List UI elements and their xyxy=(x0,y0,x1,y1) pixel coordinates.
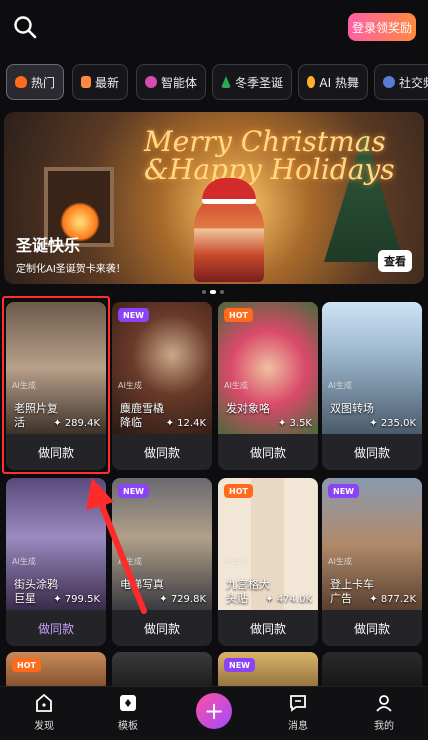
banner-title: 圣诞快乐 xyxy=(16,236,81,255)
message-icon xyxy=(290,695,306,712)
tab-label: 热门 xyxy=(30,75,55,90)
tab-social[interactable]: 社交频 xyxy=(374,64,428,100)
sparkle-icon: ✦ xyxy=(277,418,290,429)
ai-generated-tag: AI生成 xyxy=(328,381,352,390)
dance-icon xyxy=(307,76,316,88)
nav-label: 模板 xyxy=(118,721,138,732)
template-card[interactable]: NEW AI生成麋鹿雪橇降临 ✦ 12.4K 做同款 xyxy=(112,302,212,470)
template-title: 麋鹿雪橇降临 xyxy=(120,402,164,429)
tab-label: AI 热舞 xyxy=(319,75,359,90)
category-tabs: 热门 最新 智能体 冬季圣诞 AI 热舞 社交频 xyxy=(0,64,428,100)
template-title: 双图转场 xyxy=(330,402,374,415)
ai-generated-tag: AI生成 xyxy=(118,381,142,390)
tab-hot[interactable]: 热门 xyxy=(6,64,64,100)
nav-template[interactable]: 模板 xyxy=(98,693,158,732)
annotation-arrow-icon xyxy=(86,478,147,614)
tab-label: 社交频 xyxy=(398,75,428,90)
xmas-tree-icon xyxy=(221,76,231,88)
sparkle-icon: ✦ xyxy=(159,594,171,605)
like-count: ✦ 877.2K xyxy=(369,594,416,605)
nav-profile[interactable]: 我的 xyxy=(354,693,414,732)
profile-icon xyxy=(376,695,392,712)
tab-label: 冬季圣诞 xyxy=(234,75,283,90)
tab-ai-dance[interactable]: AI 热舞 xyxy=(298,64,368,100)
banner-pagination xyxy=(202,290,224,294)
template-card[interactable]: AI生成双图转场 ✦ 235.0K 做同款 xyxy=(322,302,422,470)
nav-message[interactable]: 消息 xyxy=(268,693,328,732)
make-same-button[interactable]: 做同款 xyxy=(322,434,422,470)
ai-generated-tag: AI生成 xyxy=(328,557,352,566)
create-plus-button[interactable]: + xyxy=(196,693,232,729)
top-header: 登录领奖励 xyxy=(0,0,428,56)
banner-subtitle: 定制化AI圣诞贺卡来袭！ xyxy=(16,264,126,275)
ai-generated-tag: AI生成 xyxy=(224,557,248,566)
featured-banner[interactable]: Merry Christmas &Happy Holidays 圣诞快乐 定制化… xyxy=(4,112,424,284)
nav-discover[interactable]: 发现 xyxy=(14,693,74,732)
sparkle-icon: ✦ xyxy=(369,594,381,605)
like-count: ✦ 3.5K xyxy=(278,418,312,429)
bottom-nav: 发现 模板 + 消息 我的 xyxy=(0,686,428,740)
app-root: 登录领奖励 热门 最新 智能体 冬季圣诞 AI 热舞 社交频 xyxy=(0,0,428,740)
tab-label: 智能体 xyxy=(160,75,197,90)
banner-girl-art xyxy=(194,192,264,282)
new-badge: NEW xyxy=(118,308,149,322)
robot-icon xyxy=(145,76,157,88)
template-card[interactable]: HOT AI生成发对象咯 ✦ 3.5K 做同款 xyxy=(218,302,318,470)
calendar-icon xyxy=(81,76,91,88)
social-icon xyxy=(383,76,395,88)
highlight-box xyxy=(2,296,110,474)
sparkle-icon: ✦ xyxy=(165,418,178,429)
login-reward-button[interactable]: 登录领奖励 xyxy=(348,13,416,41)
template-title: 发对象咯 xyxy=(226,402,270,415)
make-same-button[interactable]: 做同款 xyxy=(322,610,422,646)
sparkle-icon: ✦ xyxy=(369,418,381,429)
ai-generated-tag: AI生成 xyxy=(12,557,36,566)
like-count-value: 3.5K xyxy=(289,418,312,429)
fire-icon xyxy=(15,76,27,88)
like-count: ✦ 12.4K xyxy=(166,418,206,429)
like-count-value: 729.8K xyxy=(170,594,206,605)
new-badge: NEW xyxy=(328,484,359,498)
like-count-value: 877.2K xyxy=(380,594,416,605)
like-count: ✦ 235.0K xyxy=(369,418,416,429)
pagination-dot xyxy=(220,290,224,294)
sparkle-icon: ✦ xyxy=(265,594,277,605)
like-count-value: 12.4K xyxy=(177,418,206,429)
search-icon[interactable] xyxy=(12,14,38,40)
hot-badge: HOT xyxy=(224,484,253,498)
ai-generated-tag: AI生成 xyxy=(224,381,248,390)
discover-icon xyxy=(36,693,52,712)
nav-label: 我的 xyxy=(374,721,394,732)
hot-badge: HOT xyxy=(12,658,41,672)
template-card[interactable]: HOT AI生成 九宫格大头贴 ✦ 474.0K 做同款 xyxy=(218,478,318,646)
banner-greeting-art: Merry Christmas &Happy Holidays xyxy=(144,128,395,184)
banner-greeting-line2: &Happy Holidays xyxy=(144,153,395,186)
make-same-button[interactable]: 做同款 xyxy=(218,434,318,470)
tab-latest[interactable]: 最新 xyxy=(72,64,128,100)
nav-label: 发现 xyxy=(34,721,54,732)
pagination-dot-active xyxy=(210,290,216,294)
nav-label: 消息 xyxy=(288,721,308,732)
banner-greeting-line1: Merry Christmas xyxy=(144,125,386,158)
template-card[interactable]: NEW AI生成 登上卡车广告 ✦ 877.2K 做同款 xyxy=(322,478,422,646)
tab-agent[interactable]: 智能体 xyxy=(136,64,206,100)
banner-view-button[interactable]: 查看 xyxy=(378,250,412,272)
sparkle-icon: ✦ xyxy=(53,594,65,605)
like-count-value: 474.0K xyxy=(276,594,312,605)
make-same-button[interactable]: 做同款 xyxy=(218,610,318,646)
make-same-button[interactable]: 做同款 xyxy=(112,434,212,470)
like-count-value: 235.0K xyxy=(380,418,416,429)
like-count: ✦ 474.0K xyxy=(265,594,312,605)
like-count: ✦ 729.8K xyxy=(159,594,206,605)
new-badge: NEW xyxy=(224,658,255,672)
tab-winter-xmas[interactable]: 冬季圣诞 xyxy=(212,64,292,100)
hot-badge: HOT xyxy=(224,308,253,322)
pagination-dot xyxy=(202,290,206,294)
tab-label: 最新 xyxy=(94,75,119,90)
template-icon xyxy=(120,695,136,711)
